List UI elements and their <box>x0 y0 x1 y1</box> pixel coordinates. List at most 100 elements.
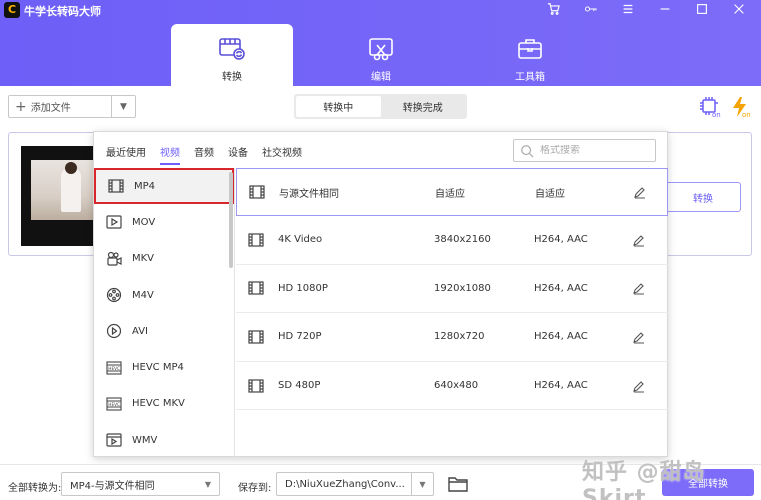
edit-pencil-icon[interactable] <box>632 281 646 295</box>
svg-text:on: on <box>712 111 721 118</box>
preset-name: 与源文件相同 <box>279 188 339 200</box>
film-icon <box>108 179 124 193</box>
edit-pencil-icon[interactable] <box>632 233 646 247</box>
format-item-avi[interactable]: AVI <box>94 313 234 349</box>
hardware-acceleration-icon[interactable]: on <box>698 96 722 118</box>
cat-tab-video[interactable]: 视频 <box>160 144 180 165</box>
plus-icon: + <box>15 98 27 115</box>
chevron-down-icon: ▼ <box>411 473 433 495</box>
format-item-mp4[interactable]: MP4 <box>94 168 234 205</box>
format-list: MP4 MOV MKV M4V AVI HEVC HEVC MP4 HEVC H… <box>94 168 235 458</box>
format-category-tabs: 最近使用 视频 音频 设备 社交视频 <box>106 144 316 165</box>
format-label: HEVC MKV <box>132 398 185 410</box>
format-item-mov[interactable]: MOV <box>94 204 234 240</box>
close-icon[interactable] <box>720 0 757 18</box>
play-circle-icon <box>106 324 122 339</box>
app-logo: C <box>4 2 20 18</box>
preset-resolution: 1280x720 <box>434 331 485 343</box>
tab-edit[interactable]: 编辑 <box>320 24 442 86</box>
format-label: MOV <box>132 216 156 228</box>
save-to-select[interactable]: D:\NiuXueZhang\Conv... ▼ <box>276 472 434 496</box>
play-file-icon <box>106 433 122 447</box>
preset-list: 与源文件相同 自适应 自适应 4K Video 3840x2160 H264, … <box>236 168 668 422</box>
window-controls <box>535 0 757 18</box>
menu-icon[interactable] <box>609 0 646 18</box>
preset-row-480p[interactable]: SD 480P 640x480 H264, AAC <box>236 362 668 411</box>
film-icon <box>248 330 264 344</box>
format-label: M4V <box>132 289 154 301</box>
app-title: 牛学长转码大师 <box>24 5 101 18</box>
format-label: MP4 <box>134 180 156 192</box>
cat-tab-device[interactable]: 设备 <box>228 144 248 165</box>
preset-row-1080p[interactable]: HD 1080P 1920x1080 H264, AAC <box>236 265 668 314</box>
thumbnail-scene <box>31 160 101 220</box>
add-file-dropdown[interactable]: ▼ <box>111 96 135 117</box>
format-label: HEVC MP4 <box>132 362 184 374</box>
convert-all-to-select[interactable]: MP4-与源文件相同 ▼ <box>61 472 220 496</box>
cat-tab-recent[interactable]: 最近使用 <box>106 144 146 165</box>
hevc-icon: HEVC <box>106 361 122 375</box>
save-to-value: D:\NiuXueZhang\Conv... <box>285 478 405 490</box>
tab-toolbox-label: 工具箱 <box>515 72 545 83</box>
preset-codec: H264, AAC <box>534 380 588 392</box>
status-segmented-control: 转换中 转换完成 <box>294 94 467 119</box>
chevron-down-icon: ▼ <box>204 479 212 489</box>
cat-tab-audio[interactable]: 音频 <box>194 144 214 165</box>
minimize-icon[interactable] <box>646 0 683 18</box>
tab-edit-label: 编辑 <box>371 72 391 83</box>
maximize-icon[interactable] <box>683 0 720 18</box>
svg-text:HEVC: HEVC <box>108 402 120 407</box>
tab-convert-label: 转换 <box>222 72 242 83</box>
format-search-input[interactable] <box>540 145 650 156</box>
preset-row-4k[interactable]: 4K Video 3840x2160 H264, AAC <box>236 216 668 265</box>
app-header: C 牛学长转码大师 转换 编辑 工具箱 <box>0 0 761 86</box>
film-icon <box>248 378 264 393</box>
preset-row-720p[interactable]: HD 720P 1280x720 H264, AAC <box>236 313 668 362</box>
toolbox-icon <box>518 39 542 59</box>
svg-text:on: on <box>742 111 751 118</box>
preset-name: HD 1080P <box>278 282 328 294</box>
chevron-down-icon: ▼ <box>120 101 127 112</box>
format-label: MKV <box>132 253 155 265</box>
search-icon <box>521 144 534 158</box>
thumbnail-head <box>65 162 77 174</box>
preset-codec: H264, AAC <box>534 234 588 246</box>
preset-resolution: 1920x1080 <box>434 282 491 294</box>
preset-resolution: 自适应 <box>435 188 465 200</box>
format-search-box <box>513 139 656 162</box>
format-label: AVI <box>132 325 148 337</box>
folder-icon[interactable] <box>448 475 468 493</box>
format-label: WMV <box>132 434 158 446</box>
add-file-button[interactable]: + 添加文件 <box>9 96 111 117</box>
format-item-mkv[interactable]: MKV <box>94 241 234 277</box>
format-item-m4v[interactable]: M4V <box>94 277 234 313</box>
format-list-scrollbar[interactable] <box>229 172 233 268</box>
preset-resolution: 640x480 <box>434 380 479 392</box>
key-icon[interactable] <box>572 0 609 18</box>
preset-name: HD 720P <box>278 331 322 343</box>
seg-converting[interactable]: 转换中 <box>296 96 381 117</box>
preset-row-same-as-source[interactable]: 与源文件相同 自适应 自适应 <box>236 168 668 216</box>
format-item-hevc-mp4[interactable]: HEVC HEVC MP4 <box>94 349 234 385</box>
film-icon <box>248 281 264 295</box>
convert-film-icon <box>219 38 245 60</box>
cat-tab-social[interactable]: 社交视频 <box>262 144 302 165</box>
reel-icon <box>106 287 122 303</box>
edit-pencil-icon[interactable] <box>632 379 646 393</box>
thumbnail-figure <box>61 168 81 212</box>
tab-toolbox[interactable]: 工具箱 <box>469 24 591 86</box>
edit-pencil-icon[interactable] <box>633 185 647 199</box>
seg-completed[interactable]: 转换完成 <box>381 96 466 117</box>
convert-button[interactable]: 转换 <box>665 182 741 212</box>
save-to-label: 保存到: <box>238 483 272 494</box>
cart-icon[interactable] <box>535 0 572 18</box>
svg-text:HEVC: HEVC <box>108 366 120 371</box>
format-item-wmv[interactable]: WMV <box>94 422 234 458</box>
preset-name: 4K Video <box>278 234 323 246</box>
format-item-hevc-mkv[interactable]: HEVC HEVC MKV <box>94 386 234 422</box>
hevc-icon: HEVC <box>106 397 122 411</box>
high-speed-icon[interactable]: on <box>730 96 754 118</box>
preset-codec: H264, AAC <box>534 331 588 343</box>
edit-pencil-icon[interactable] <box>632 330 646 344</box>
tab-convert[interactable]: 转换 <box>171 24 293 86</box>
